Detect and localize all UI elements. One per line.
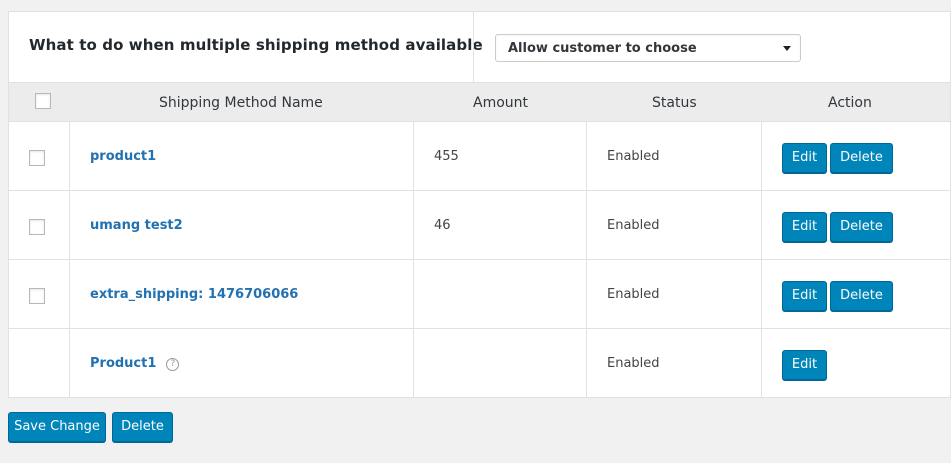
column-divider (413, 191, 414, 259)
status-value: Enabled (607, 356, 660, 371)
header-action: Action (828, 95, 872, 111)
column-divider (413, 122, 414, 190)
status-value: Enabled (607, 149, 660, 164)
edit-button[interactable]: Edit (782, 212, 827, 242)
column-divider (761, 329, 762, 398)
table-row: umang test2 46 Enabled Edit Delete (9, 191, 950, 260)
column-divider (586, 329, 587, 398)
select-all-checkbox[interactable] (35, 93, 51, 109)
amount-value: 455 (434, 149, 459, 164)
row-checkbox[interactable] (29, 150, 45, 166)
column-divider (69, 260, 70, 328)
edit-button[interactable]: Edit (782, 281, 827, 311)
column-divider (69, 329, 70, 398)
row-checkbox[interactable] (29, 219, 45, 235)
multiple-shipping-setting-row: What to do when multiple shipping method… (9, 12, 950, 83)
divider (473, 12, 474, 82)
header-shipping-method-name: Shipping Method Name (159, 95, 323, 111)
table-row: product1 455 Enabled Edit Delete (9, 122, 950, 191)
column-divider (413, 260, 414, 328)
delete-button[interactable]: Delete (830, 212, 893, 242)
chevron-down-icon (783, 46, 791, 51)
help-icon[interactable]: ? (166, 358, 180, 371)
delete-button[interactable]: Delete (830, 143, 893, 173)
column-divider (586, 122, 587, 190)
column-divider (69, 191, 70, 259)
column-divider (586, 191, 587, 259)
shipping-methods-panel: What to do when multiple shipping method… (8, 11, 951, 398)
shipping-method-link[interactable]: umang test2 (90, 218, 183, 233)
delete-button[interactable]: Delete (830, 281, 893, 311)
amount-value: 46 (434, 218, 451, 233)
table-header: Shipping Method Name Amount Status Actio… (9, 83, 950, 122)
column-divider (586, 260, 587, 328)
multiple-shipping-label: What to do when multiple shipping method… (29, 36, 483, 54)
shipping-method-name: Product1? (90, 356, 180, 371)
edit-button[interactable]: Edit (782, 143, 827, 173)
header-status: Status (652, 95, 697, 111)
column-divider (69, 122, 70, 190)
shipping-method-link[interactable]: extra_shipping: 1476706066 (90, 287, 298, 302)
select-value: Allow customer to choose (508, 41, 697, 56)
column-divider (413, 329, 414, 398)
shipping-method-link[interactable]: product1 (90, 149, 156, 164)
column-divider (761, 122, 762, 190)
column-divider (761, 191, 762, 259)
column-divider (761, 260, 762, 328)
status-value: Enabled (607, 218, 660, 233)
status-value: Enabled (607, 287, 660, 302)
header-amount: Amount (473, 95, 529, 111)
table-row: extra_shipping: 1476706066 Enabled Edit … (9, 260, 950, 329)
row-checkbox[interactable] (29, 288, 45, 304)
shipping-method-link[interactable]: Product1 (90, 356, 156, 371)
edit-button[interactable]: Edit (782, 350, 827, 380)
delete-selected-button[interactable]: Delete (112, 412, 173, 442)
save-change-button[interactable]: Save Change (8, 412, 106, 442)
multiple-shipping-select[interactable]: Allow customer to choose (495, 34, 801, 62)
table-row: Product1? Enabled Edit (9, 329, 950, 398)
